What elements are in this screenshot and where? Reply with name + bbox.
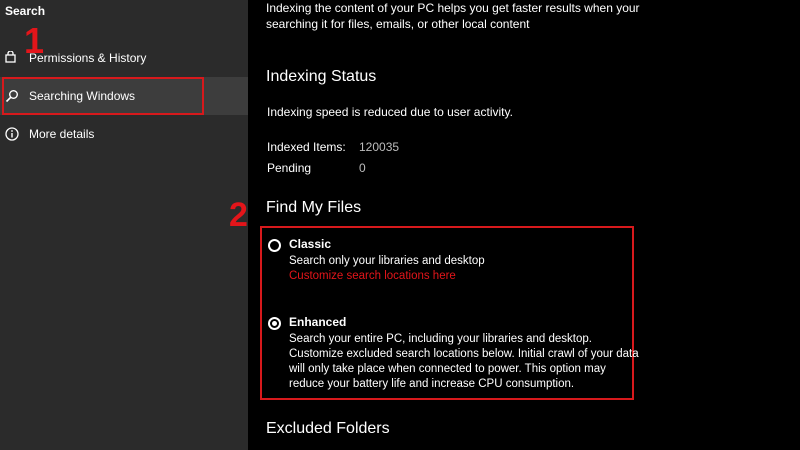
indexed-items-value: 120035 bbox=[359, 140, 400, 154]
sidebar-title: Search bbox=[5, 4, 46, 18]
indexing-status-message: Indexing speed is reduced due to user ac… bbox=[267, 105, 513, 119]
annotation-number-1: 1 bbox=[24, 20, 45, 61]
classic-radio[interactable] bbox=[268, 239, 281, 252]
info-icon bbox=[5, 127, 19, 141]
classic-label: Classic bbox=[289, 237, 332, 251]
indexed-items-label: Indexed Items: bbox=[267, 140, 346, 154]
excluded-folders-title: Excluded Folders bbox=[266, 420, 390, 437]
classic-option[interactable]: Classic Search only your libraries and d… bbox=[268, 237, 639, 282]
sidebar-item-label: More details bbox=[29, 127, 95, 141]
main-content: Indexing the content of your PC helps yo… bbox=[248, 0, 800, 450]
intro-text: Indexing the content of your PC helps yo… bbox=[266, 1, 640, 31]
enhanced-label: Enhanced bbox=[289, 315, 347, 329]
sidebar-item-label: Permissions & History bbox=[29, 51, 147, 65]
find-my-files-title: Find My Files bbox=[266, 199, 362, 216]
indexing-status-title: Indexing Status bbox=[266, 68, 377, 85]
customize-search-locations-link[interactable]: Customize search locations here bbox=[289, 270, 639, 282]
annotation-box-step-1 bbox=[2, 77, 204, 115]
enhanced-description: Search your entire PC, including your li… bbox=[289, 333, 639, 390]
classic-description: Search only your libraries and desktop bbox=[289, 255, 485, 267]
sidebar: Search Permissions & History Searching W… bbox=[0, 0, 248, 450]
enhanced-radio[interactable] bbox=[268, 317, 281, 330]
pending-value: 0 bbox=[359, 161, 366, 175]
sidebar-item-more-details[interactable]: More details bbox=[0, 115, 248, 153]
enhanced-option[interactable]: Enhanced Search your entire PC, includin… bbox=[268, 315, 639, 392]
pending-label: Pending bbox=[267, 161, 312, 175]
annotation-number-2: 2 bbox=[229, 196, 248, 234]
lock-history-icon bbox=[5, 50, 19, 65]
